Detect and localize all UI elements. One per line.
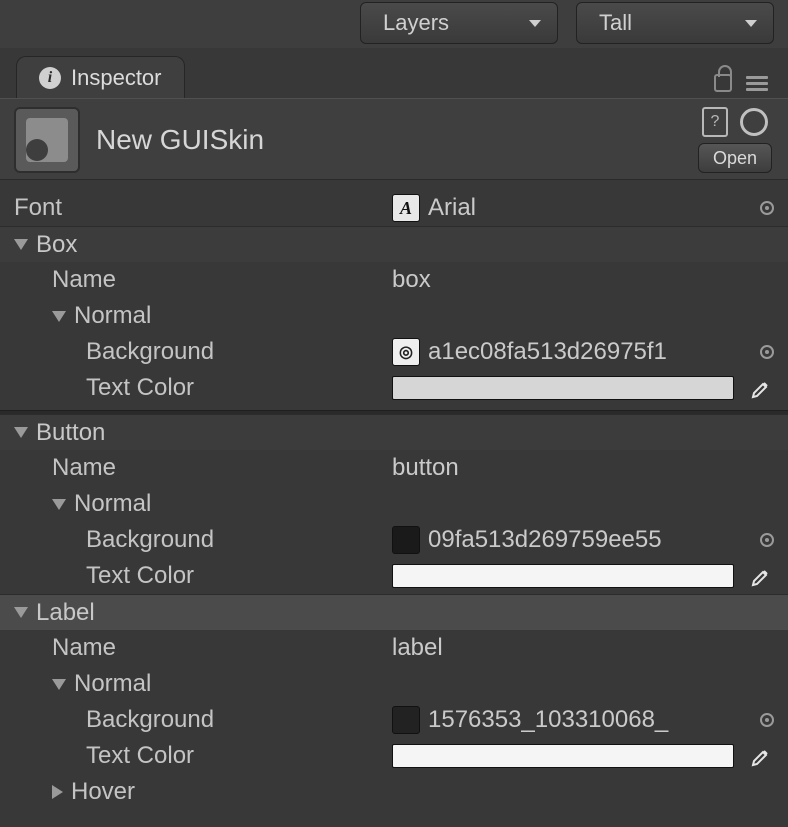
- inspector-content: Font A Arial Box Name box Normal Backgro…: [0, 180, 788, 827]
- property-label: Hover: [71, 778, 135, 806]
- style-title: Button: [36, 419, 105, 447]
- button-background-value: 09fa513d269759ee55: [428, 526, 662, 554]
- gear-icon: [740, 108, 768, 136]
- style-foldout-label[interactable]: Label: [0, 594, 788, 630]
- texture-thumb-icon: [392, 526, 420, 554]
- button-name-value: button: [392, 454, 459, 482]
- label-background-value: 1576353_103310068_: [428, 706, 668, 734]
- button-background-field[interactable]: 09fa513d269759ee55: [392, 526, 774, 554]
- button-name-row: Name button: [0, 450, 788, 486]
- object-picker-icon[interactable]: [760, 533, 774, 547]
- style-title: Box: [36, 231, 77, 259]
- eyedropper-icon[interactable]: [750, 376, 774, 400]
- font-value: Arial: [428, 194, 476, 222]
- style-title: Label: [36, 599, 95, 627]
- foldout-triangle-icon: [14, 239, 28, 250]
- eyedropper-icon[interactable]: [750, 744, 774, 768]
- property-label: Text Color: [86, 374, 194, 402]
- tab-label: Inspector: [71, 65, 162, 91]
- panel-menu-icon[interactable]: [746, 76, 768, 91]
- font-thumb-icon: A: [392, 194, 420, 222]
- box-name-field[interactable]: box: [392, 266, 774, 294]
- property-label: Text Color: [86, 742, 194, 770]
- property-label: Normal: [74, 302, 151, 330]
- help-icon[interactable]: [702, 107, 728, 137]
- property-label: Background: [86, 338, 214, 366]
- box-name-row: Name box: [0, 262, 788, 298]
- box-background-value: a1ec08fa513d26975f1: [428, 338, 667, 366]
- property-label: Background: [86, 526, 214, 554]
- property-label: Name: [52, 634, 116, 662]
- open-button[interactable]: Open: [698, 143, 772, 173]
- panel-tabbar: i Inspector: [0, 48, 788, 98]
- style-foldout-button[interactable]: Button: [0, 414, 788, 450]
- box-background-row: Background ◎ a1ec08fa513d26975f1: [0, 334, 788, 370]
- label-background-row: Background 1576353_103310068_: [0, 702, 788, 738]
- style-foldout-box[interactable]: Box: [0, 226, 788, 262]
- label-background-field[interactable]: 1576353_103310068_: [392, 706, 774, 734]
- property-label: Normal: [74, 490, 151, 518]
- property-label: Background: [86, 706, 214, 734]
- button-normal-foldout[interactable]: Normal: [0, 486, 788, 522]
- label-textcolor-row: Text Color: [0, 738, 788, 774]
- button-textcolor-row: Text Color: [0, 558, 788, 594]
- box-textcolor-row: Text Color: [0, 370, 788, 406]
- layers-dropdown[interactable]: Layers: [360, 2, 558, 44]
- top-toolbar: Layers Tall: [0, 0, 788, 48]
- font-field[interactable]: A Arial: [392, 194, 774, 222]
- texture-thumb-icon: [392, 706, 420, 734]
- property-label: Normal: [74, 670, 151, 698]
- chevron-down-icon: [529, 20, 541, 27]
- info-icon: i: [39, 67, 61, 89]
- asset-header: New GUISkin Open: [0, 98, 788, 180]
- foldout-triangle-icon: [14, 607, 28, 618]
- label-normal-foldout[interactable]: Normal: [0, 666, 788, 702]
- label-name-field[interactable]: label: [392, 634, 774, 662]
- foldout-triangle-icon: [52, 311, 66, 322]
- object-picker-icon[interactable]: [760, 201, 774, 215]
- chevron-down-icon: [745, 20, 757, 27]
- button-background-row: Background 09fa513d269759ee55: [0, 522, 788, 558]
- box-name-value: box: [392, 266, 431, 294]
- property-label: Name: [52, 266, 116, 294]
- object-picker-icon[interactable]: [760, 345, 774, 359]
- eyedropper-icon[interactable]: [750, 564, 774, 588]
- box-normal-foldout[interactable]: Normal: [0, 298, 788, 334]
- open-button-label: Open: [713, 148, 757, 169]
- box-textcolor-swatch[interactable]: [392, 376, 734, 400]
- button-name-field[interactable]: button: [392, 454, 774, 482]
- font-label: Font: [14, 194, 62, 222]
- asset-name: New GUISkin: [96, 124, 264, 156]
- lock-icon[interactable]: [714, 74, 732, 92]
- box-background-field[interactable]: ◎ a1ec08fa513d26975f1: [392, 338, 774, 366]
- tab-inspector[interactable]: i Inspector: [16, 56, 185, 98]
- label-name-value: label: [392, 634, 443, 662]
- foldout-triangle-icon: [14, 427, 28, 438]
- button-textcolor-swatch[interactable]: [392, 564, 734, 588]
- foldout-triangle-icon: [52, 785, 63, 799]
- component-menu-button[interactable]: [740, 108, 774, 136]
- foldout-triangle-icon: [52, 679, 66, 690]
- foldout-triangle-icon: [52, 499, 66, 510]
- guiskin-icon: [14, 107, 80, 173]
- label-textcolor-swatch[interactable]: [392, 744, 734, 768]
- property-label: Name: [52, 454, 116, 482]
- object-picker-icon[interactable]: [760, 713, 774, 727]
- property-label: Text Color: [86, 562, 194, 590]
- label-name-row: Name label: [0, 630, 788, 666]
- label-hover-foldout[interactable]: Hover: [0, 774, 788, 810]
- layers-dropdown-label: Layers: [383, 10, 449, 36]
- layout-dropdown-label: Tall: [599, 10, 632, 36]
- layout-dropdown[interactable]: Tall: [576, 2, 774, 44]
- texture-thumb-icon: ◎: [392, 338, 420, 366]
- font-row: Font A Arial: [0, 190, 788, 226]
